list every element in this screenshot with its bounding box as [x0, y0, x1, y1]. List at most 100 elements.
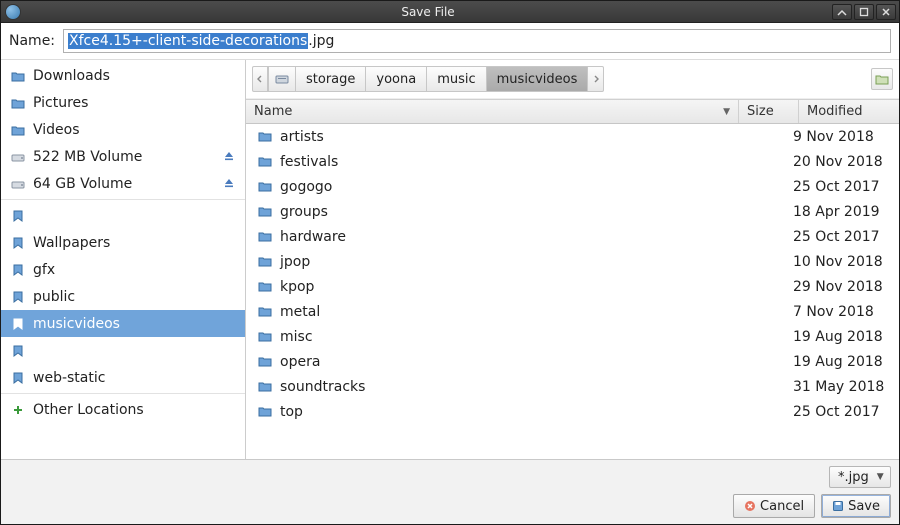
sidebar-item-label: musicvideos [33, 316, 120, 332]
file-row[interactable]: kpop29 Nov 2018 [246, 274, 899, 299]
dialog-bottom: *.jpg ▼ Cancel Save [1, 459, 899, 524]
file-name: soundtracks [280, 379, 733, 395]
cancel-button[interactable]: Cancel [733, 494, 815, 518]
sidebar-bookmark[interactable]: gfx [1, 256, 245, 283]
sidebar-other-locations[interactable]: Other Locations [1, 396, 245, 423]
sidebar-item-label: web-static [33, 370, 105, 386]
filename-input[interactable]: Xfce4.15+-client-side-decorations.jpg [63, 29, 891, 53]
sidebar-item-label: Downloads [33, 68, 110, 84]
drive-icon [275, 73, 289, 85]
column-name[interactable]: Name▼ [246, 100, 739, 123]
file-modified: 25 Oct 2017 [793, 229, 893, 245]
sidebar-bookmark[interactable]: web-static [1, 364, 245, 391]
sidebar-bookmark[interactable]: public [1, 283, 245, 310]
file-modified: 7 Nov 2018 [793, 304, 893, 320]
file-modified: 18 Apr 2019 [793, 204, 893, 220]
path-segment[interactable]: yoona [366, 66, 427, 92]
file-type-filter[interactable]: *.jpg ▼ [829, 466, 891, 488]
file-row[interactable]: gogogo25 Oct 2017 [246, 174, 899, 199]
sidebar-item-label: Pictures [33, 95, 88, 111]
file-modified: 19 Aug 2018 [793, 329, 893, 345]
file-list[interactable]: artists9 Nov 2018 festivals 20 Nov 2018 gog… [246, 124, 899, 459]
file-list-header: Name▼ Size Modified [246, 99, 899, 124]
folder-icon [258, 330, 272, 344]
file-name: hardware [280, 229, 733, 245]
sidebar-item-label: gfx [33, 262, 55, 278]
sidebar-item-label: Other Locations [33, 402, 144, 418]
plus-icon [11, 403, 25, 417]
places-sidebar: Downloads Pictures Videos 522 MB Volume 64 G… [1, 60, 246, 459]
file-row[interactable]: groups 18 Apr 2019 [246, 199, 899, 224]
file-pane: storageyoonamusicmusicvideos Name▼ Size … [246, 60, 899, 459]
path-segment[interactable]: storage [296, 66, 366, 92]
path-forward-button[interactable] [588, 66, 604, 92]
sidebar-bookmark[interactable]: musicvideos [1, 310, 245, 337]
bookmark-icon [11, 236, 25, 250]
file-modified: 29 Nov 2018 [793, 279, 893, 295]
save-button[interactable]: Save [821, 494, 891, 518]
sidebar-bookmark[interactable] [1, 337, 245, 364]
column-size[interactable]: Size [739, 100, 799, 123]
folder-icon [258, 130, 272, 144]
path-bar: storageyoonamusicmusicvideos [246, 60, 899, 99]
eject-icon[interactable] [223, 150, 237, 164]
sidebar-place[interactable]: 64 GB Volume [1, 170, 245, 197]
bookmark-icon [11, 317, 25, 331]
bookmark-icon [11, 371, 25, 385]
chevron-down-icon: ▼ [877, 472, 884, 482]
folder-icon [258, 180, 272, 194]
path-segment[interactable]: music [427, 66, 486, 92]
file-name: opera [280, 354, 733, 370]
folder-icon [258, 255, 272, 269]
drive-icon [11, 177, 25, 191]
titlebar[interactable]: Save File [1, 1, 899, 23]
sort-indicator-icon: ▼ [723, 107, 730, 117]
sidebar-place[interactable]: Pictures [1, 89, 245, 116]
file-row[interactable]: soundtracks 31 May 2018 [246, 374, 899, 399]
sidebar-item-label: 522 MB Volume [33, 149, 142, 165]
window-title: Save File [401, 5, 454, 19]
file-row[interactable]: hardware 25 Oct 2017 [246, 224, 899, 249]
save-file-dialog: Save File Name: Xfce4.15+-client-side-de… [0, 0, 900, 525]
new-folder-button[interactable] [871, 68, 893, 90]
file-row[interactable]: artists9 Nov 2018 [246, 124, 899, 149]
file-modified: 20 Nov 2018 [793, 154, 893, 170]
path-root-icon[interactable] [268, 66, 296, 92]
bookmark-icon [11, 263, 25, 277]
sidebar-place[interactable]: Videos [1, 116, 245, 143]
file-name: groups [280, 204, 733, 220]
folder-icon [258, 205, 272, 219]
minimize-button[interactable] [832, 4, 852, 20]
file-name: festivals [280, 154, 733, 170]
file-modified: 25 Oct 2017 [793, 404, 893, 420]
path-back-button[interactable] [252, 66, 268, 92]
file-name: artists [280, 129, 733, 145]
folder-icon [11, 69, 25, 83]
sidebar-bookmark[interactable] [1, 202, 245, 229]
cancel-icon [744, 500, 756, 512]
folder-icon [11, 123, 25, 137]
file-modified: 10 Nov 2018 [793, 254, 893, 270]
folder-icon [11, 96, 25, 110]
app-icon [5, 4, 21, 20]
drive-icon [11, 150, 25, 164]
file-row[interactable]: jpop10 Nov 2018 [246, 249, 899, 274]
close-button[interactable] [876, 4, 896, 20]
folder-icon [258, 355, 272, 369]
sidebar-bookmark[interactable]: Wallpapers [1, 229, 245, 256]
file-row[interactable]: misc19 Aug 2018 [246, 324, 899, 349]
file-row[interactable]: opera19 Aug 2018 [246, 349, 899, 374]
sidebar-item-label: public [33, 289, 75, 305]
column-modified[interactable]: Modified [799, 100, 899, 123]
filename-selected-text: Xfce4.15+-client-side-decorations [68, 33, 308, 49]
maximize-button[interactable] [854, 4, 874, 20]
sidebar-place[interactable]: 522 MB Volume [1, 143, 245, 170]
eject-icon[interactable] [223, 177, 237, 191]
file-modified: 31 May 2018 [793, 379, 893, 395]
file-row[interactable]: metal7 Nov 2018 [246, 299, 899, 324]
file-row[interactable]: top25 Oct 2017 [246, 399, 899, 424]
file-row[interactable]: festivals 20 Nov 2018 [246, 149, 899, 174]
folder-icon [258, 280, 272, 294]
path-segment[interactable]: musicvideos [487, 66, 589, 92]
sidebar-place[interactable]: Downloads [1, 62, 245, 89]
